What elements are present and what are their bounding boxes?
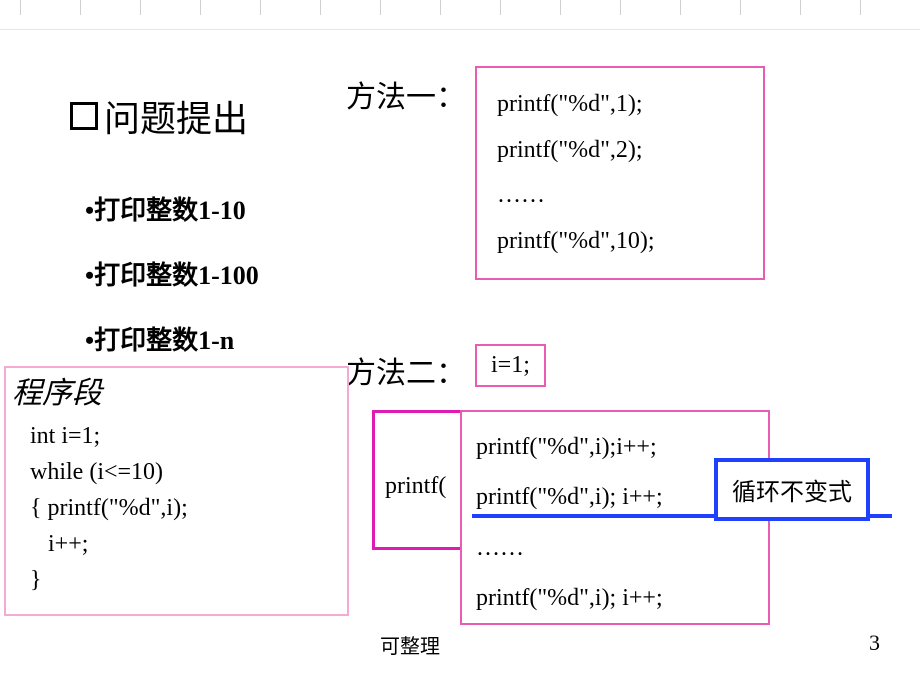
program-title: 程序段 — [12, 368, 102, 412]
bullet-list: •打印整数1-10 •打印整数1-100 •打印整数1-n — [85, 190, 259, 385]
code-line: printf("%d",i); i++; — [476, 573, 754, 623]
code-line: …… — [476, 523, 754, 573]
method2-init-box: i=1; — [475, 344, 546, 387]
bullet-item: •打印整数1-n — [85, 320, 259, 357]
program-code: int i=1; while (i<=10) { printf("%d",i);… — [24, 418, 329, 598]
method1-label: 方法一： — [346, 72, 466, 116]
code-line: printf("%d",1); — [497, 82, 743, 128]
method2-label: 方法二： — [346, 348, 466, 392]
method2-init-text: i=1; — [491, 352, 530, 378]
code-line: printf("%d",10); — [497, 219, 743, 265]
footer-text: 可整理 — [380, 630, 440, 659]
bullet-item: •打印整数1-100 — [85, 255, 259, 292]
page-number: 3 — [869, 630, 880, 656]
loop-invariant-label: 循环不变式 — [714, 458, 870, 521]
slide-content: 问题提出 •打印整数1-10 •打印整数1-100 •打印整数1-n 方法一： … — [0, 30, 920, 690]
loop-invariant-text: 循环不变式 — [732, 480, 852, 506]
bullet-item: •打印整数1-10 — [85, 190, 259, 227]
checkbox-bullet-icon — [70, 102, 98, 130]
code-line: printf("%d",i);i++; — [476, 422, 754, 472]
code-line: printf("%d",2); — [497, 128, 743, 174]
ruler-horizontal — [0, 0, 920, 30]
section-title: 问题提出 — [70, 90, 248, 142]
method2-bg-text: printf( — [385, 473, 446, 500]
code-line: …… — [497, 173, 743, 219]
section-title-text: 问题提出 — [104, 90, 248, 142]
method1-code-box: printf("%d",1); printf("%d",2); …… print… — [475, 66, 765, 280]
